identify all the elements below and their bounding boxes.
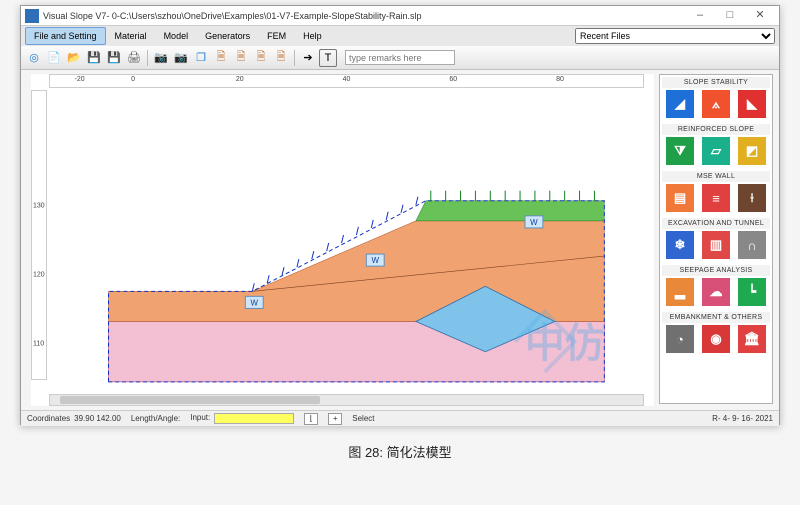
separator xyxy=(294,50,295,66)
group-head-reinforced-slope: REINFORCED SLOPE xyxy=(662,124,770,135)
snap-1-icon[interactable]: ⌊ xyxy=(304,413,318,425)
app-window: Visual Slope V7- 0-C:\Users\szhou\OneDri… xyxy=(20,5,780,425)
watermark: 中仿 xyxy=(525,322,604,366)
arrow-icon[interactable]: ➔ xyxy=(299,49,317,67)
reinforced-2-icon[interactable]: ▱ xyxy=(702,137,730,165)
status-select-label: Select xyxy=(352,414,374,423)
titlebar: Visual Slope V7- 0-C:\Users\szhou\OneDri… xyxy=(21,6,779,26)
embankment-3-icon[interactable]: 🏛 xyxy=(738,325,766,353)
folder-icon[interactable]: 📂 xyxy=(65,49,83,67)
print-icon[interactable]: 🖨 xyxy=(125,49,143,67)
group-head-mse-wall: MSE WALL xyxy=(662,171,770,182)
menu-model[interactable]: Model xyxy=(156,28,197,44)
slope-stability-3-icon[interactable]: ◣ xyxy=(738,90,766,118)
embankment-2-icon[interactable]: ◉ xyxy=(702,325,730,353)
separator xyxy=(147,50,148,66)
menu-help[interactable]: Help xyxy=(295,28,330,44)
tunnel-icon[interactable]: ∩ xyxy=(738,231,766,259)
save-icon[interactable]: 💾 xyxy=(85,49,103,67)
seepage-3-icon[interactable]: ┕ xyxy=(738,278,766,306)
layer-orange xyxy=(109,221,605,322)
seepage-2-icon[interactable]: ☁ xyxy=(702,278,730,306)
app-icon xyxy=(25,9,39,23)
slope-model: W W W 中仿 xyxy=(49,90,644,392)
menu-generators[interactable]: Generators xyxy=(197,28,258,44)
page-1-icon[interactable]: 🗎 xyxy=(212,49,230,67)
save-as-icon[interactable]: 💾 xyxy=(105,49,123,67)
vertical-ruler: 130 120 110 xyxy=(31,90,47,380)
group-head-excavation-tunnel: EXCAVATION AND TUNNEL xyxy=(662,218,770,229)
drawing-canvas[interactable]: W W W 中仿 xyxy=(49,90,644,392)
menubar: File and Setting Material Model Generato… xyxy=(21,26,779,46)
w-label-1: W xyxy=(251,298,259,307)
side-panel: SLOPE STABILITY ◢ ⟑ ◣ REINFORCED SLOPE ⧩… xyxy=(659,74,773,404)
new-file-icon[interactable]: ◎ xyxy=(25,49,43,67)
minimize-button[interactable]: – xyxy=(685,7,715,25)
workspace: -20 0 20 40 60 80 130 120 110 xyxy=(21,70,779,410)
mse-1-icon[interactable]: ▤ xyxy=(666,184,694,212)
statusbar: Coordinates 39.90 142.00 Length/Angle: I… xyxy=(21,410,779,426)
scrollbar-horizontal[interactable] xyxy=(49,394,644,406)
remarks-input[interactable] xyxy=(345,50,455,65)
w-label-3: W xyxy=(530,218,538,227)
menu-fem[interactable]: FEM xyxy=(259,28,294,44)
canvas-area: -20 0 20 40 60 80 130 120 110 xyxy=(31,74,654,406)
seepage-1-icon[interactable]: ▂ xyxy=(666,278,694,306)
text-tool-icon[interactable]: T xyxy=(319,49,337,67)
layer-green xyxy=(416,201,604,221)
reinforced-1-icon[interactable]: ⧩ xyxy=(666,137,694,165)
mse-2-icon[interactable]: ≡ xyxy=(702,184,730,212)
mse-3-icon[interactable]: ⟊ xyxy=(738,184,766,212)
close-button[interactable]: ✕ xyxy=(745,7,775,25)
excavation-2-icon[interactable]: ▥ xyxy=(702,231,730,259)
page-3-icon[interactable]: 🗎 xyxy=(252,49,270,67)
toolbar: ◎ 📄 📂 💾 💾 🖨 📷 📷 ❐ 🗎 🗎 🗎 🗎 ➔ T xyxy=(21,46,779,70)
snap-2-icon[interactable]: + xyxy=(328,413,342,425)
top-marks xyxy=(431,191,595,201)
maximize-button[interactable]: □ xyxy=(715,7,745,25)
recent-files-dropdown[interactable]: Recent Files xyxy=(575,28,775,44)
page-2-icon[interactable]: 🗎 xyxy=(232,49,250,67)
status-input-field[interactable] xyxy=(214,413,294,424)
menu-file-and-setting[interactable]: File and Setting xyxy=(25,27,106,45)
status-coord-value: 39.90 142.00 xyxy=(74,414,121,423)
scrollbar-thumb[interactable] xyxy=(60,396,320,404)
figure-caption: 图 28: 简化法模型 xyxy=(0,430,800,461)
slope-stability-1-icon[interactable]: ◢ xyxy=(666,90,694,118)
w-label-2: W xyxy=(372,256,380,265)
page-4-icon[interactable]: 🗎 xyxy=(272,49,290,67)
status-coord-label: Coordinates xyxy=(27,414,70,423)
window-icon[interactable]: ❐ xyxy=(192,49,210,67)
camera-2-icon[interactable]: 📷 xyxy=(172,49,190,67)
camera-icon[interactable]: 📷 xyxy=(152,49,170,67)
status-date: R- 4- 9- 16- 2021 xyxy=(712,414,773,423)
group-head-slope-stability: SLOPE STABILITY xyxy=(662,77,770,88)
slope-stability-2-icon[interactable]: ⟑ xyxy=(702,90,730,118)
group-head-seepage: SEEPAGE ANALYSIS xyxy=(662,265,770,276)
horizontal-ruler: -20 0 20 40 60 80 xyxy=(49,74,644,88)
menu-material[interactable]: Material xyxy=(107,28,155,44)
status-length-label: Length/Angle: xyxy=(131,414,180,423)
excavation-1-icon[interactable]: ❄ xyxy=(666,231,694,259)
reinforced-3-icon[interactable]: ◩ xyxy=(738,137,766,165)
open-file-icon[interactable]: 📄 xyxy=(45,49,63,67)
group-head-embankment: EMBANKMENT & OTHERS xyxy=(662,312,770,323)
window-title: Visual Slope V7- 0-C:\Users\szhou\OneDri… xyxy=(43,11,685,21)
embankment-1-icon[interactable]: ◔ xyxy=(666,325,694,353)
status-input-label: Input: xyxy=(190,413,210,424)
